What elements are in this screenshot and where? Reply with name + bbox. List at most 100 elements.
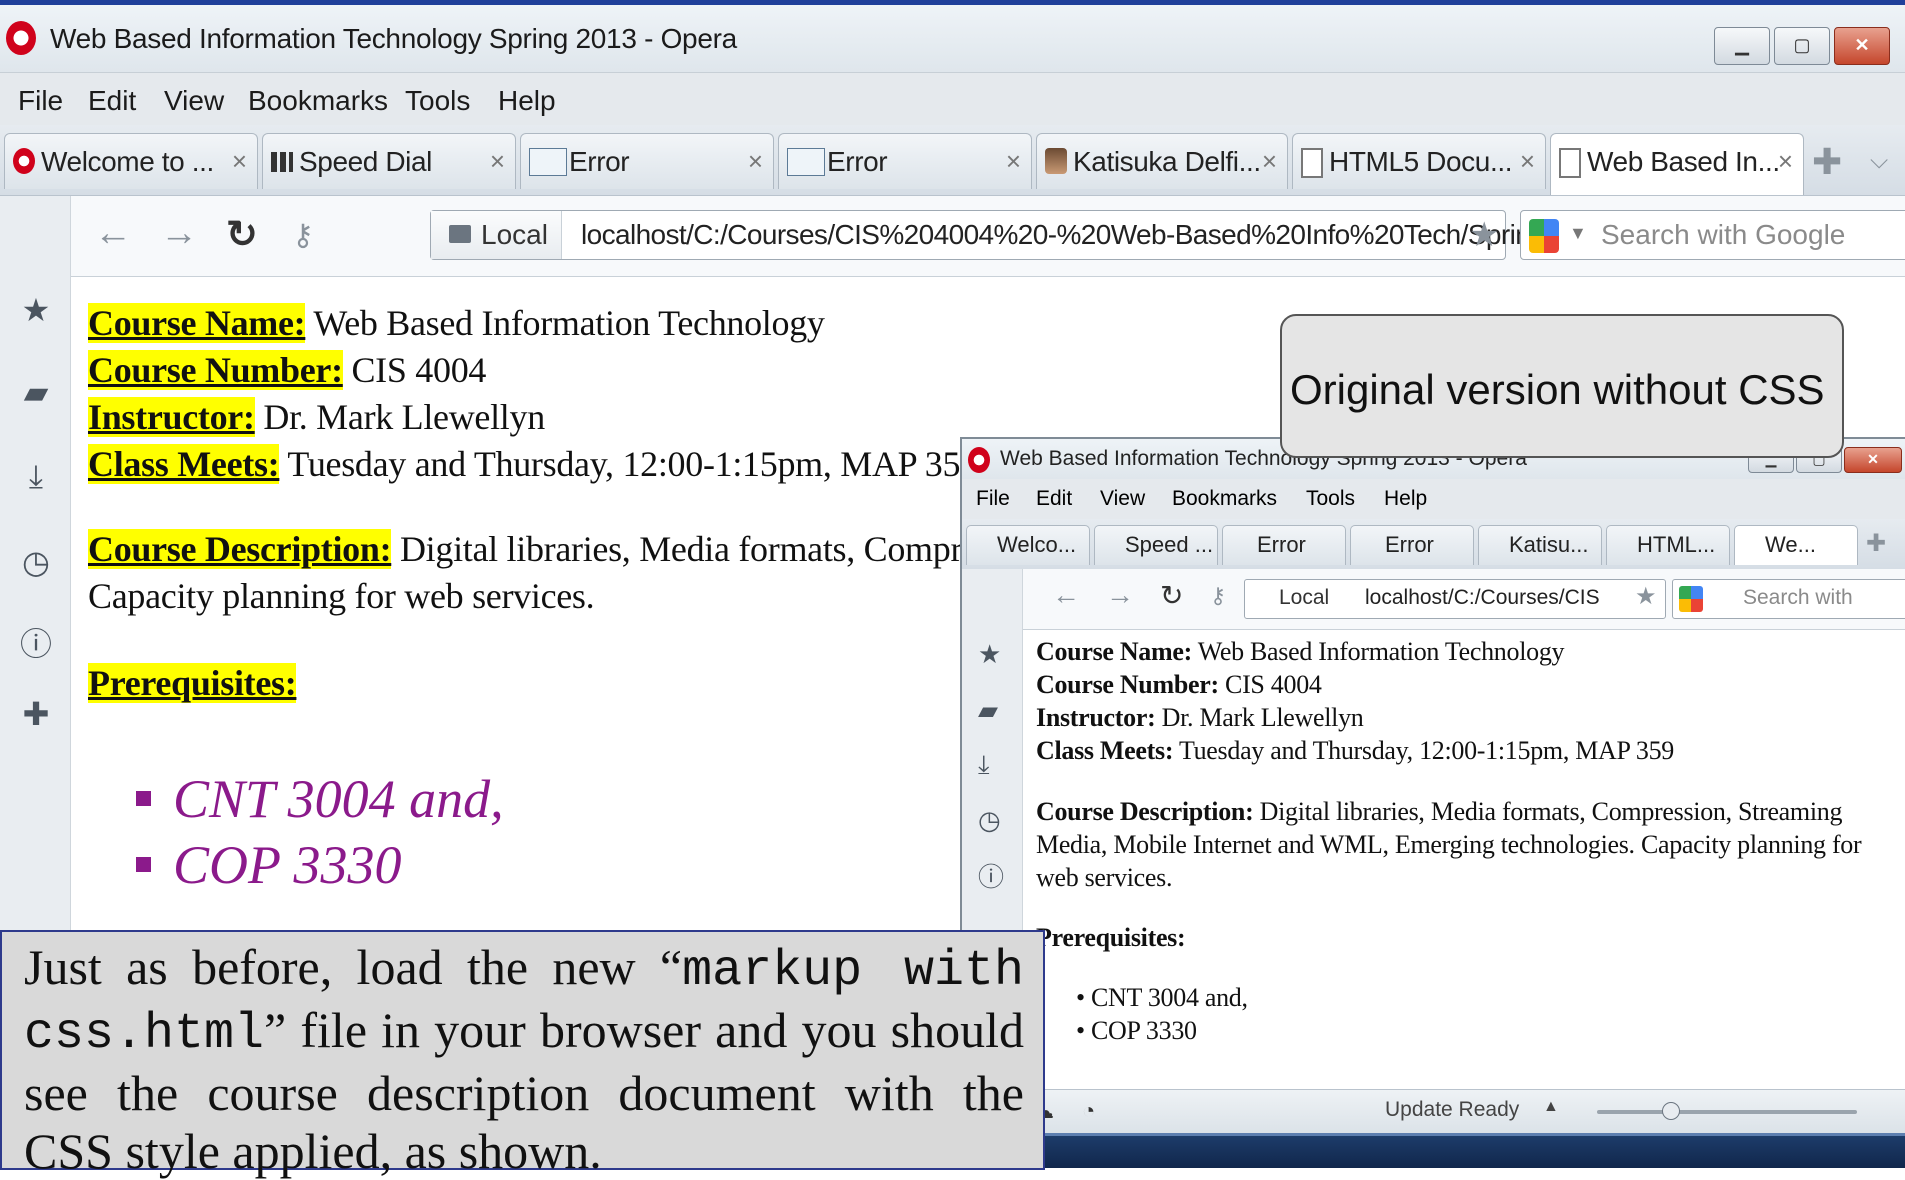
add-panel-icon[interactable]: ✚: [18, 696, 54, 732]
inset-tab-speed-dial[interactable]: Speed ...: [1094, 525, 1218, 565]
tab-html5[interactable]: HTML5 Docu... ×: [1292, 133, 1546, 189]
tab-close-icon[interactable]: ×: [1262, 146, 1277, 177]
description-line-2: Capacity planning for web services.: [88, 576, 595, 616]
search-field[interactable]: ▼ Search with Google: [1520, 210, 1905, 260]
new-tab-icon[interactable]: ✚: [1812, 141, 1842, 183]
inset-prerequisites: Prerequisites:: [1036, 923, 1186, 953]
bookmarks-star-icon[interactable]: ★: [978, 639, 1001, 670]
instructor-value: Dr. Mark Llewellyn: [263, 397, 545, 437]
inset-bookmark-star-icon[interactable]: ★: [1635, 582, 1657, 611]
inset-menu-bookmarks[interactable]: Bookmarks: [1172, 487, 1277, 511]
inset-back-icon[interactable]: ←: [1052, 579, 1080, 611]
maximize-button[interactable]: ▢: [1774, 27, 1830, 65]
update-ready-label[interactable]: Update Ready: [1385, 1098, 1519, 1122]
inset-class-meets-label: Class Meets:: [1036, 736, 1174, 765]
inset-course-number-value: CIS 4004: [1225, 670, 1322, 699]
inset-key-icon[interactable]: ⚷: [1210, 583, 1226, 609]
tab-menu-chevron-icon[interactable]: ⌵: [1870, 147, 1888, 175]
inset-menu-help[interactable]: Help: [1384, 487, 1427, 511]
url-field[interactable]: Local localhost/C:/Courses/CIS%204004%20…: [430, 210, 1546, 260]
inset-tab-error-1[interactable]: Error: [1222, 525, 1346, 565]
close-window-button[interactable]: ✕: [1834, 27, 1890, 65]
tab-close-icon[interactable]: ×: [1520, 146, 1535, 177]
bookmark-star-icon[interactable]: ★: [1469, 215, 1499, 255]
inset-close-button[interactable]: ✕: [1844, 447, 1902, 473]
minimize-button[interactable]: ▁: [1714, 27, 1770, 65]
downloads-icon[interactable]: ⤓: [18, 458, 54, 494]
tab-label: Error: [827, 146, 888, 177]
course-name-line: Course Name: Web Based Information Techn…: [88, 302, 825, 344]
notes-icon[interactable]: ▰: [18, 374, 54, 410]
tab-close-icon[interactable]: ×: [232, 146, 247, 177]
bookmarks-star-icon[interactable]: ★: [18, 292, 54, 328]
menu-tools[interactable]: Tools: [405, 85, 470, 117]
inset-course-name-value: Web Based Information Technology: [1197, 637, 1565, 666]
menu-bookmarks[interactable]: Bookmarks: [248, 85, 388, 117]
zoom-slider-thumb[interactable]: [1661, 1102, 1680, 1120]
tab-error-1[interactable]: Error ×: [520, 133, 774, 189]
update-arrow-icon[interactable]: ▲: [1543, 1098, 1559, 1116]
note-text-start: Just as before, load the new “: [24, 939, 683, 995]
inset-tab-label: We...: [1765, 532, 1816, 557]
menu-bar: File Edit View Bookmarks Tools Help: [0, 73, 1905, 125]
history-clock-icon[interactable]: ◷: [978, 805, 1001, 836]
inset-tab-html5[interactable]: HTML...: [1606, 525, 1730, 565]
tab-katisuka[interactable]: Katisuka Delfi... ×: [1036, 133, 1288, 189]
back-icon[interactable]: ←: [94, 212, 132, 255]
description-label: Course Description:: [88, 529, 392, 569]
tab-web-based-active[interactable]: Web Based In... ×: [1550, 133, 1804, 195]
window-title: Web Based Information Technology Spring …: [50, 23, 737, 54]
inset-status-bar: ☁ ◔ Update Ready ▲: [1022, 1089, 1905, 1134]
menu-file[interactable]: File: [18, 85, 63, 117]
inset-new-tab-icon[interactable]: ✚: [1866, 529, 1886, 558]
tab-close-icon[interactable]: ×: [1006, 146, 1021, 177]
tab-close-icon[interactable]: ×: [748, 146, 763, 177]
inset-tab-error-2[interactable]: Error: [1350, 525, 1474, 565]
tab-bar: Welcome to ... × Speed Dial × Error × Er…: [0, 125, 1905, 196]
info-icon[interactable]: ⓘ: [978, 857, 1004, 894]
instructor-line: Instructor: Dr. Mark Llewellyn: [88, 396, 545, 438]
forward-icon[interactable]: →: [160, 212, 198, 255]
inset-tab-welcome[interactable]: Welco...: [966, 525, 1090, 565]
downloads-icon[interactable]: ⤓: [978, 749, 990, 781]
inset-local-label: Local: [1279, 586, 1330, 609]
inset-menu-file[interactable]: File: [976, 487, 1010, 511]
inset-forward-icon[interactable]: →: [1106, 579, 1134, 611]
inset-menu-tools[interactable]: Tools: [1306, 487, 1355, 511]
inset-tab-katisuka[interactable]: Katisu...: [1478, 525, 1602, 565]
tab-close-icon[interactable]: ×: [1778, 146, 1793, 177]
prereq-item-text: CNT 3004 and,: [173, 769, 504, 829]
inset-reload-icon[interactable]: ↻: [1160, 579, 1183, 612]
tab-close-icon[interactable]: ×: [490, 146, 505, 177]
taskbar: [962, 1133, 1905, 1168]
speedometer-icon[interactable]: ◔: [1082, 1098, 1095, 1124]
search-engine-dropdown-icon[interactable]: ▼: [1569, 223, 1587, 244]
tab-welcome[interactable]: Welcome to ... ×: [4, 133, 258, 189]
tab-error-2[interactable]: Error ×: [778, 133, 1032, 189]
tab-label: Error: [569, 146, 630, 177]
key-icon[interactable]: ⚷: [292, 218, 314, 253]
inset-menu-edit[interactable]: Edit: [1036, 487, 1072, 511]
notes-icon[interactable]: ▰: [978, 695, 998, 726]
class-meets-label: Class Meets:: [88, 444, 280, 484]
inset-description-line-2: Media, Mobile Internet and WML, Emerging…: [1036, 830, 1862, 859]
google-icon: [1679, 586, 1703, 612]
menu-help[interactable]: Help: [498, 85, 556, 117]
reload-icon[interactable]: ↻: [226, 212, 258, 257]
menu-edit[interactable]: Edit: [88, 85, 136, 117]
info-icon[interactable]: ⓘ: [18, 626, 54, 662]
inset-menu-view[interactable]: View: [1100, 487, 1145, 511]
url-text: localhost/C:/Courses/CIS%204004%20-%20We…: [581, 219, 1546, 250]
error-page-icon: [787, 148, 825, 176]
inset-url-field[interactable]: Local localhost/C:/Courses/CIS ★: [1244, 579, 1666, 619]
inset-tab-active[interactable]: We...: [1734, 525, 1858, 565]
inset-search-field[interactable]: Search with: [1672, 579, 1905, 619]
instructor-label: Instructor:: [88, 397, 255, 437]
inset-course-number-label: Course Number:: [1036, 670, 1219, 699]
menu-view[interactable]: View: [164, 85, 224, 117]
instruction-text: Just as before, load the new “markup wit…: [24, 938, 1024, 1180]
history-clock-icon[interactable]: ◷: [18, 544, 54, 580]
prereq-item-text: COP 3330: [173, 835, 402, 895]
zoom-slider-track[interactable]: [1597, 1102, 1857, 1120]
tab-speed-dial[interactable]: Speed Dial ×: [262, 133, 516, 189]
